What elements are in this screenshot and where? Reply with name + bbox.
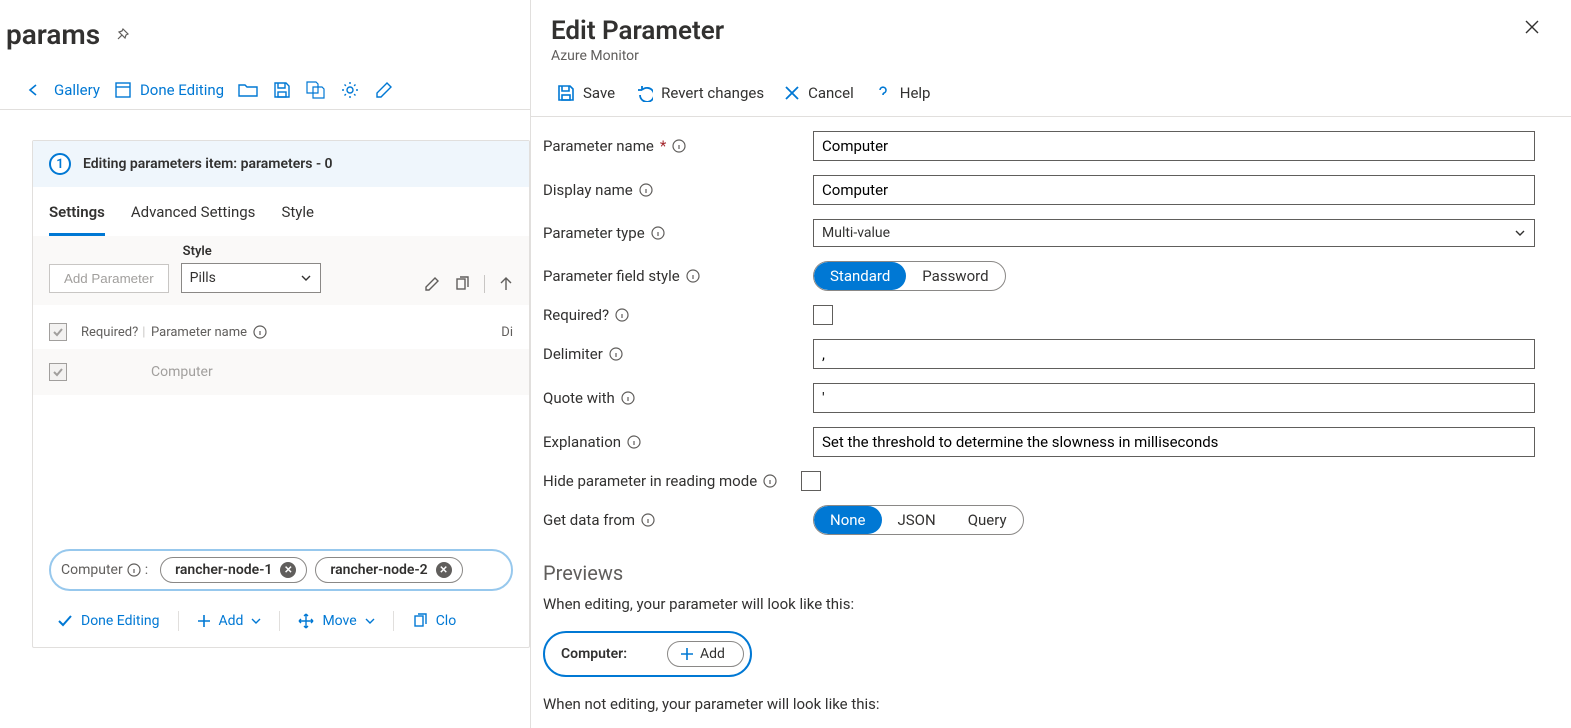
th-required: Required?| [81,325,151,340]
editing-banner: 1 Editing parameters item: parameters - … [33,141,529,187]
label-explanation: Explanation [543,433,813,451]
info-icon[interactable] [639,183,653,197]
move-button[interactable]: Move [290,609,382,633]
quote-input[interactable] [813,383,1535,413]
info-icon[interactable] [651,226,665,240]
preview-add-button[interactable]: Add [667,641,744,667]
label-parameter-name: Parameter name* [543,137,813,155]
tab-advanced-settings[interactable]: Advanced Settings [131,197,256,236]
label-display-name: Display name [543,181,813,199]
pill-rancher-node-2[interactable]: rancher-node-2 ✕ [315,557,462,583]
info-icon[interactable] [627,435,641,449]
get-data-json[interactable]: JSON [882,506,952,534]
card-actions: Done Editing Add Move Clo [33,595,529,647]
tab-settings[interactable]: Settings [49,197,105,236]
field-style-standard[interactable]: Standard [814,262,906,290]
pill-rancher-node-1[interactable]: rancher-node-1 ✕ [160,557,307,583]
page-title: params [6,18,100,51]
parameter-type-select[interactable]: Multi-value [813,219,1535,247]
gallery-link[interactable]: Gallery [28,81,100,99]
display-name-input[interactable] [813,175,1535,205]
clone-button[interactable]: Clo [404,609,465,633]
save-as-icon[interactable] [306,81,326,99]
param-controls: Add Parameter Style Pills [33,236,529,305]
get-data-query[interactable]: Query [952,506,1023,534]
get-data-group: None JSON Query [813,505,1024,535]
close-icon[interactable]: ✕ [436,562,452,578]
label-hide: Hide parameter in reading mode [543,472,801,490]
preview-not-editing-text: When not editing, your parameter will lo… [543,695,1535,713]
info-icon[interactable] [672,139,686,153]
editing-tabs: Settings Advanced Settings Style [33,187,529,236]
close-icon[interactable] [1521,16,1543,38]
param-table: Required?| Parameter name Di Computer [33,305,529,399]
hide-checkbox[interactable] [801,471,821,491]
label-get-data: Get data from [543,511,813,529]
preview-editing-pill: Computer: Add [543,631,752,677]
row-name: Computer [151,364,529,380]
panel-toolbar: Save Revert changes Cancel Help [531,72,1571,117]
step-circle: 1 [49,153,71,175]
explanation-input[interactable] [813,427,1535,457]
edit-parameter-form: Parameter name* Display name Parameter t… [531,117,1571,728]
field-style-password[interactable]: Password [906,262,1004,290]
info-icon[interactable] [641,513,655,527]
save-button[interactable]: Save [551,80,621,106]
open-icon[interactable] [238,82,258,98]
chevron-down-icon [1514,227,1526,239]
label-delimiter: Delimiter [543,345,813,363]
previews-title: Previews [543,561,1535,585]
header-checkbox[interactable] [49,323,67,341]
banner-text: Editing parameters item: parameters - 0 [83,156,333,172]
edit-row-icon[interactable] [424,276,440,292]
required-checkbox[interactable] [813,305,833,325]
style-label: Style [183,244,321,259]
label-parameter-type: Parameter type [543,224,813,242]
info-icon[interactable] [763,474,777,488]
panel-title: Edit Parameter [551,16,1521,46]
editing-card: 1 Editing parameters item: parameters - … [32,140,530,648]
row-checkbox[interactable] [49,363,67,381]
panel-subtitle: Azure Monitor [551,48,1521,64]
chevron-down-icon [300,272,312,284]
get-data-none[interactable]: None [814,506,882,534]
main-toolbar: Gallery Done Editing [0,51,530,110]
copy-row-icon[interactable] [454,276,470,292]
add-parameter-button[interactable]: Add Parameter [49,264,169,293]
computer-pill-bar[interactable]: Computer : rancher-node-1 ✕ rancher-node… [49,549,513,591]
gear-icon[interactable] [340,81,360,99]
done-editing-link[interactable]: Done Editing [114,81,224,99]
delimiter-input[interactable] [813,339,1535,369]
preview-editing-text: When editing, your parameter will look l… [543,595,1535,613]
tab-style[interactable]: Style [281,197,314,236]
done-editing-button[interactable]: Done Editing [49,609,168,633]
move-up-icon[interactable] [499,276,513,292]
table-row[interactable]: Computer [33,349,529,395]
style-select[interactable]: Pills [181,263,321,293]
pin-icon[interactable] [114,27,130,43]
label-required: Required? [543,306,813,324]
field-style-group: Standard Password [813,261,1006,291]
toolbar-separator [484,275,485,293]
label-field-style: Parameter field style [543,267,813,285]
label-quote: Quote with [543,389,813,407]
info-icon[interactable] [686,269,700,283]
preview-pill-label: Computer: [561,646,627,662]
parameter-name-input[interactable] [813,131,1535,161]
save-icon[interactable] [272,81,292,99]
cancel-button[interactable]: Cancel [778,80,860,106]
help-button[interactable]: Help [868,80,937,106]
close-icon[interactable]: ✕ [280,562,296,578]
th-parameter-name: Parameter name [151,325,247,340]
revert-button[interactable]: Revert changes [629,80,770,106]
info-icon[interactable] [609,347,623,361]
info-icon[interactable] [615,308,629,322]
pill-bar-label: Computer : [61,562,148,578]
th-display-name: Di [485,325,513,340]
add-button[interactable]: Add [189,609,270,633]
info-icon[interactable] [621,391,635,405]
info-icon[interactable] [253,325,267,339]
edit-icon[interactable] [374,81,394,99]
